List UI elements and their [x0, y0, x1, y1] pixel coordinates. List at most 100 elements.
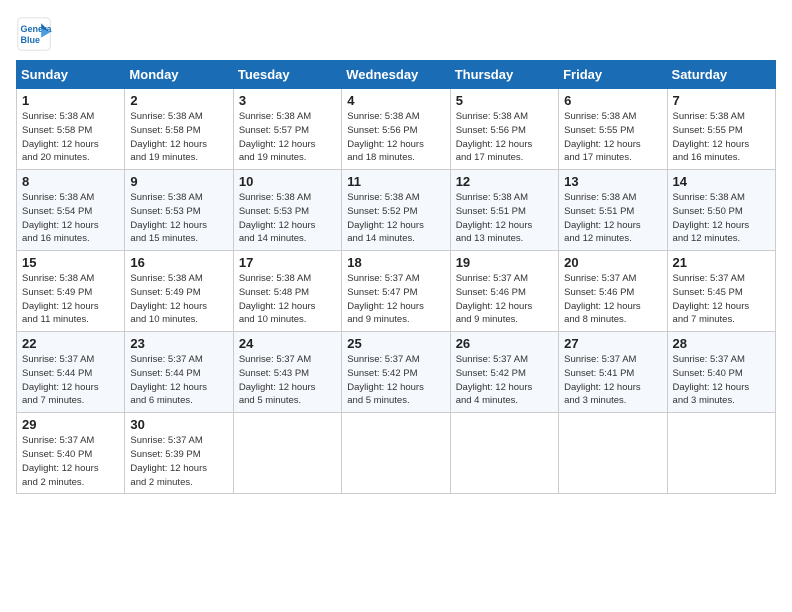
- calendar-day-29: 29Sunrise: 5:37 AM Sunset: 5:40 PM Dayli…: [17, 413, 125, 494]
- empty-cell: [342, 413, 450, 494]
- calendar-day-3: 3 Sunrise: 5:38 AM Sunset: 5:57 PM Daylig…: [233, 89, 341, 170]
- calendar-week-5: 29Sunrise: 5:37 AM Sunset: 5:40 PM Dayli…: [17, 413, 776, 494]
- day-info: Sunrise: 5:37 AM Sunset: 5:46 PM Dayligh…: [564, 272, 661, 327]
- calendar-day-17: 17 Sunrise: 5:38 AM Sunset: 5:48 PM Dayli…: [233, 251, 341, 332]
- day-info: Sunrise: 5:38 AM Sunset: 5:58 PM Dayligh…: [22, 110, 119, 165]
- day-info: Sunrise: 5:37 AM Sunset: 5:43 PM Dayligh…: [239, 353, 336, 408]
- calendar-day-5: 5 Sunrise: 5:38 AM Sunset: 5:56 PM Daylig…: [450, 89, 558, 170]
- calendar-day-24: 24 Sunrise: 5:37 AM Sunset: 5:43 PM Dayli…: [233, 332, 341, 413]
- calendar-day-28: 28 Sunrise: 5:37 AM Sunset: 5:40 PM Dayli…: [667, 332, 775, 413]
- day-info: Sunrise: 5:37 AM Sunset: 5:41 PM Dayligh…: [564, 353, 661, 408]
- day-number: 21: [673, 255, 770, 270]
- day-number: 29: [22, 417, 119, 432]
- day-info: Sunrise: 5:38 AM Sunset: 5:52 PM Dayligh…: [347, 191, 444, 246]
- svg-text:Blue: Blue: [21, 35, 41, 45]
- weekday-header-wednesday: Wednesday: [342, 61, 450, 89]
- calendar-day-20: 20 Sunrise: 5:37 AM Sunset: 5:46 PM Dayli…: [559, 251, 667, 332]
- calendar-day-13: 13 Sunrise: 5:38 AM Sunset: 5:51 PM Dayli…: [559, 170, 667, 251]
- day-number: 14: [673, 174, 770, 189]
- day-info: Sunrise: 5:38 AM Sunset: 5:50 PM Dayligh…: [673, 191, 770, 246]
- day-info: Sunrise: 5:37 AM Sunset: 5:42 PM Dayligh…: [456, 353, 553, 408]
- day-info: Sunrise: 5:37 AM Sunset: 5:40 PM Dayligh…: [673, 353, 770, 408]
- day-number: 23: [130, 336, 227, 351]
- calendar-week-2: 8 Sunrise: 5:38 AM Sunset: 5:54 PM Daylig…: [17, 170, 776, 251]
- day-info: Sunrise: 5:37 AM Sunset: 5:44 PM Dayligh…: [130, 353, 227, 408]
- day-info: Sunrise: 5:38 AM Sunset: 5:49 PM Dayligh…: [22, 272, 119, 327]
- weekday-header-monday: Monday: [125, 61, 233, 89]
- day-info: Sunrise: 5:38 AM Sunset: 5:58 PM Dayligh…: [130, 110, 227, 165]
- calendar-week-1: 1Sunrise: 5:38 AM Sunset: 5:58 PM Daylig…: [17, 89, 776, 170]
- day-number: 17: [239, 255, 336, 270]
- logo: General Blue: [16, 16, 56, 52]
- calendar-day-9: 9 Sunrise: 5:38 AM Sunset: 5:53 PM Daylig…: [125, 170, 233, 251]
- day-number: 8: [22, 174, 119, 189]
- day-info: Sunrise: 5:38 AM Sunset: 5:51 PM Dayligh…: [564, 191, 661, 246]
- day-number: 20: [564, 255, 661, 270]
- weekday-header-thursday: Thursday: [450, 61, 558, 89]
- calendar-day-10: 10Sunrise: 5:38 AM Sunset: 5:53 PM Dayli…: [233, 170, 341, 251]
- calendar-day-16: 16Sunrise: 5:38 AM Sunset: 5:49 PM Dayli…: [125, 251, 233, 332]
- day-info: Sunrise: 5:38 AM Sunset: 5:56 PM Dayligh…: [347, 110, 444, 165]
- day-number: 30: [130, 417, 227, 432]
- calendar-table: SundayMondayTuesdayWednesdayThursdayFrid…: [16, 60, 776, 494]
- day-number: 25: [347, 336, 444, 351]
- day-number: 19: [456, 255, 553, 270]
- day-info: Sunrise: 5:37 AM Sunset: 5:44 PM Dayligh…: [22, 353, 119, 408]
- day-info: Sunrise: 5:38 AM Sunset: 5:56 PM Dayligh…: [456, 110, 553, 165]
- day-info: Sunrise: 5:37 AM Sunset: 5:46 PM Dayligh…: [456, 272, 553, 327]
- calendar-day-26: 26 Sunrise: 5:37 AM Sunset: 5:42 PM Dayli…: [450, 332, 558, 413]
- empty-cell: [559, 413, 667, 494]
- empty-cell: [667, 413, 775, 494]
- day-number: 6: [564, 93, 661, 108]
- calendar-day-14: 14 Sunrise: 5:38 AM Sunset: 5:50 PM Dayli…: [667, 170, 775, 251]
- day-number: 22: [22, 336, 119, 351]
- day-number: 26: [456, 336, 553, 351]
- day-info: Sunrise: 5:38 AM Sunset: 5:51 PM Dayligh…: [456, 191, 553, 246]
- calendar-day-30: 30 Sunrise: 5:37 AM Sunset: 5:39 PM Dayli…: [125, 413, 233, 494]
- day-number: 5: [456, 93, 553, 108]
- day-info: Sunrise: 5:37 AM Sunset: 5:39 PM Dayligh…: [130, 434, 227, 489]
- calendar-day-12: 12 Sunrise: 5:38 AM Sunset: 5:51 PM Dayli…: [450, 170, 558, 251]
- day-info: Sunrise: 5:38 AM Sunset: 5:55 PM Dayligh…: [673, 110, 770, 165]
- calendar-day-1: 1Sunrise: 5:38 AM Sunset: 5:58 PM Daylig…: [17, 89, 125, 170]
- day-number: 3: [239, 93, 336, 108]
- day-info: Sunrise: 5:37 AM Sunset: 5:47 PM Dayligh…: [347, 272, 444, 327]
- calendar-header-row: SundayMondayTuesdayWednesdayThursdayFrid…: [17, 61, 776, 89]
- day-info: Sunrise: 5:37 AM Sunset: 5:45 PM Dayligh…: [673, 272, 770, 327]
- day-number: 13: [564, 174, 661, 189]
- page-header: General Blue: [16, 16, 776, 52]
- logo-icon: General Blue: [16, 16, 52, 52]
- day-number: 24: [239, 336, 336, 351]
- day-number: 11: [347, 174, 444, 189]
- day-info: Sunrise: 5:38 AM Sunset: 5:57 PM Dayligh…: [239, 110, 336, 165]
- calendar-day-18: 18 Sunrise: 5:37 AM Sunset: 5:47 PM Dayli…: [342, 251, 450, 332]
- day-info: Sunrise: 5:38 AM Sunset: 5:54 PM Dayligh…: [22, 191, 119, 246]
- weekday-header-tuesday: Tuesday: [233, 61, 341, 89]
- weekday-header-saturday: Saturday: [667, 61, 775, 89]
- calendar-week-3: 15Sunrise: 5:38 AM Sunset: 5:49 PM Dayli…: [17, 251, 776, 332]
- day-info: Sunrise: 5:38 AM Sunset: 5:53 PM Dayligh…: [130, 191, 227, 246]
- calendar-week-4: 22 Sunrise: 5:37 AM Sunset: 5:44 PM Dayli…: [17, 332, 776, 413]
- empty-cell: [233, 413, 341, 494]
- calendar-day-25: 25 Sunrise: 5:37 AM Sunset: 5:42 PM Dayli…: [342, 332, 450, 413]
- day-number: 9: [130, 174, 227, 189]
- day-info: Sunrise: 5:38 AM Sunset: 5:48 PM Dayligh…: [239, 272, 336, 327]
- day-number: 12: [456, 174, 553, 189]
- calendar-day-2: 2 Sunrise: 5:38 AM Sunset: 5:58 PM Daylig…: [125, 89, 233, 170]
- day-number: 2: [130, 93, 227, 108]
- day-number: 28: [673, 336, 770, 351]
- day-number: 10: [239, 174, 336, 189]
- day-number: 18: [347, 255, 444, 270]
- day-info: Sunrise: 5:38 AM Sunset: 5:55 PM Dayligh…: [564, 110, 661, 165]
- empty-cell: [450, 413, 558, 494]
- weekday-header-sunday: Sunday: [17, 61, 125, 89]
- weekday-header-friday: Friday: [559, 61, 667, 89]
- calendar-day-11: 11 Sunrise: 5:38 AM Sunset: 5:52 PM Dayli…: [342, 170, 450, 251]
- calendar-day-21: 21 Sunrise: 5:37 AM Sunset: 5:45 PM Dayli…: [667, 251, 775, 332]
- calendar-day-22: 22 Sunrise: 5:37 AM Sunset: 5:44 PM Dayli…: [17, 332, 125, 413]
- day-number: 4: [347, 93, 444, 108]
- calendar-day-15: 15Sunrise: 5:38 AM Sunset: 5:49 PM Dayli…: [17, 251, 125, 332]
- day-info: Sunrise: 5:38 AM Sunset: 5:49 PM Dayligh…: [130, 272, 227, 327]
- day-info: Sunrise: 5:37 AM Sunset: 5:42 PM Dayligh…: [347, 353, 444, 408]
- day-number: 7: [673, 93, 770, 108]
